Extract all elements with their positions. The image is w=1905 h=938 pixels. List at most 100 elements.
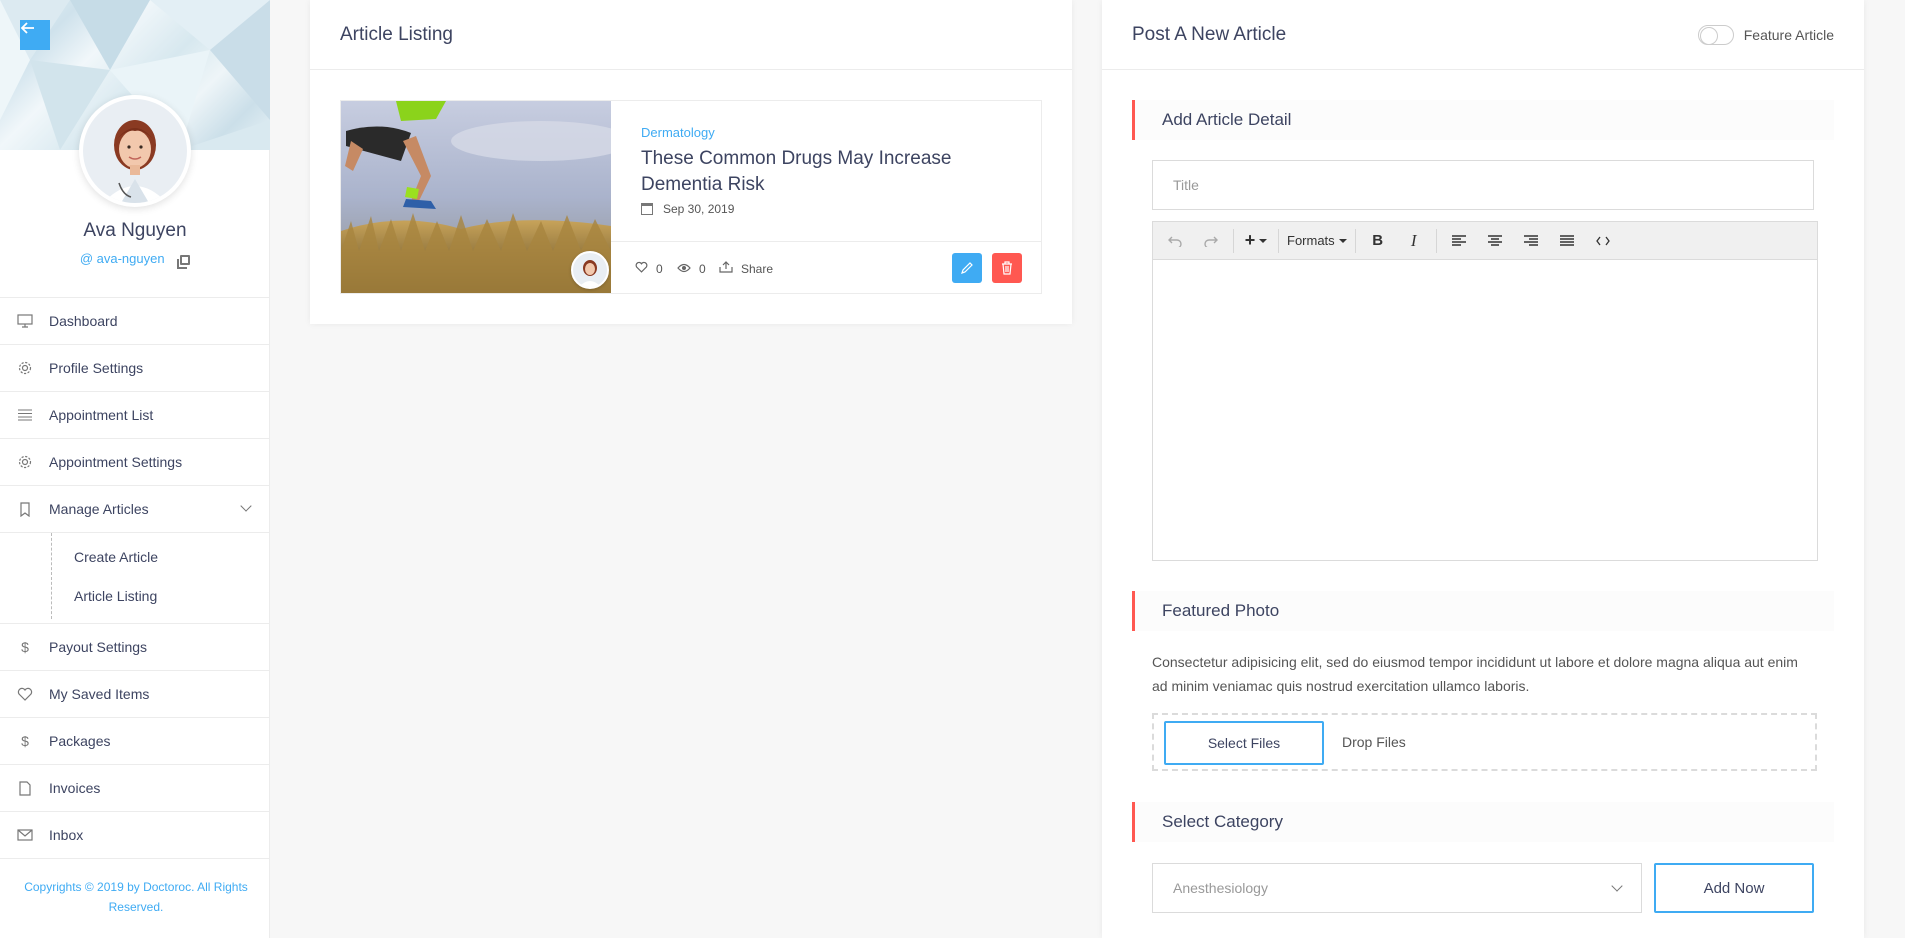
toolbar-divider (1435, 228, 1437, 253)
article-category[interactable]: Dermatology (641, 125, 715, 140)
rich-text-editor: + Formats B I (1152, 221, 1818, 561)
article-date: Sep 30, 2019 (641, 202, 734, 216)
undo-icon (1168, 236, 1182, 247)
plus-icon: + (1244, 230, 1256, 250)
sidebar-item-manage-articles[interactable]: Manage Articles (0, 486, 270, 533)
sidebar-item-label: Appointment List (49, 407, 154, 423)
sidebar-item-label: Profile Settings (49, 360, 144, 376)
sidebar-item-label: My Saved Items (49, 686, 150, 702)
add-now-button[interactable]: Add Now (1654, 863, 1814, 913)
manage-articles-submenu: Create Article Article Listing (0, 533, 270, 624)
document-icon (16, 779, 34, 797)
article-image[interactable] (341, 101, 611, 293)
bold-button[interactable]: B (1364, 227, 1392, 255)
chevron-down-icon[interactable] (240, 500, 252, 512)
sidebar-item-payout-settings[interactable]: $ Payout Settings (0, 624, 270, 671)
sidebar-nav: Dashboard Profile Settings Appointment L… (0, 297, 270, 859)
redo-icon (1204, 236, 1218, 247)
align-right-button[interactable] (1517, 227, 1545, 255)
align-center-button[interactable] (1481, 227, 1509, 255)
delete-article-button[interactable] (992, 253, 1022, 283)
article-card[interactable]: Dermatology These Common Drugs May Incre… (340, 100, 1042, 294)
sidebar-item-appointment-list[interactable]: Appointment List (0, 392, 270, 439)
toolbar-divider (1354, 228, 1356, 253)
file-dropzone[interactable]: Select Files Drop Files (1152, 713, 1817, 771)
featured-photo-heading: Featured Photo (1132, 591, 1834, 631)
post-article-panel: Post A New Article Feature Article Add A… (1102, 0, 1864, 938)
source-code-button[interactable] (1589, 227, 1617, 255)
redo-button[interactable] (1197, 227, 1225, 255)
formats-dropdown[interactable]: Formats (1287, 227, 1347, 255)
align-left-button[interactable] (1445, 227, 1473, 255)
gear-icon (16, 359, 34, 377)
profile-name: Ava Nguyen (83, 220, 187, 241)
dollar-icon: $ (21, 733, 29, 749)
feature-article-toggle[interactable] (1697, 24, 1734, 45)
article-author-avatar[interactable] (571, 251, 609, 289)
sidebar-item-invoices[interactable]: Invoices (0, 765, 270, 812)
share-label: Share (741, 261, 774, 276)
editor-toolbar: + Formats B I (1153, 222, 1817, 260)
chevron-down-icon (1611, 880, 1623, 892)
share-button[interactable]: Share (719, 261, 773, 276)
sidebar-item-dashboard[interactable]: Dashboard (0, 298, 270, 345)
select-files-button[interactable]: Select Files (1164, 721, 1324, 765)
sidebar-item-appointment-settings[interactable]: Appointment Settings (0, 439, 270, 486)
sidebar-item-label: Appointment Settings (49, 454, 183, 470)
sidebar-item-profile-settings[interactable]: Profile Settings (0, 345, 270, 392)
toolbar-divider (1233, 228, 1234, 253)
align-justify-icon (1559, 234, 1574, 246)
article-title[interactable]: These Common Drugs May Increase Dementia… (641, 146, 1001, 198)
likes-stat[interactable]: 0 (635, 261, 663, 276)
sidebar-item-label: Payout Settings (49, 639, 148, 655)
insert-button[interactable]: + (1242, 227, 1270, 255)
views-stat: 0 (677, 261, 706, 276)
select-category-heading: Select Category (1132, 802, 1834, 842)
category-select[interactable]: Anesthesiology (1152, 863, 1642, 913)
sidebar-item-label: Inbox (49, 827, 84, 843)
pencil-icon (961, 262, 973, 274)
sidebar-subitem-create-article[interactable]: Create Article (0, 537, 270, 576)
sidebar-subitem-article-listing[interactable]: Article Listing (0, 576, 270, 615)
article-footer: 0 0 Share (611, 241, 1041, 293)
undo-button[interactable] (1161, 227, 1189, 255)
feature-article-toggle-group: Feature Article (1697, 24, 1834, 45)
calendar-icon (641, 203, 653, 215)
eye-icon (677, 261, 691, 276)
profile-handle: @ ava-nguyen (0, 251, 270, 269)
edit-article-button[interactable] (952, 253, 982, 283)
profile-handle-text[interactable]: @ ava-nguyen (80, 251, 165, 266)
editor-content-area[interactable] (1153, 260, 1817, 560)
back-button[interactable] (20, 20, 50, 50)
align-justify-button[interactable] (1553, 227, 1581, 255)
sidebar-item-saved-items[interactable]: My Saved Items (0, 671, 270, 718)
copy-icon[interactable] (177, 254, 191, 269)
align-left-icon (1451, 234, 1466, 246)
avatar-image (83, 99, 187, 203)
feature-article-label[interactable]: Feature Article (1744, 27, 1834, 43)
code-icon (1595, 236, 1610, 245)
gear-icon (16, 453, 34, 471)
add-article-detail-heading: Add Article Detail (1132, 100, 1834, 140)
arrow-left-icon (20, 22, 34, 34)
heart-icon (635, 261, 648, 276)
bold-icon: B (1372, 232, 1384, 249)
profile-avatar[interactable] (79, 95, 191, 207)
copyright-text: Copyrights © 2019 by Doctoroc. All Right… (24, 880, 248, 914)
sidebar-item-inbox[interactable]: Inbox (0, 812, 270, 859)
sidebar: Ava Nguyen @ ava-nguyen Dashboard Profil… (0, 0, 270, 938)
post-article-header: Post A New Article Feature Article (1102, 0, 1864, 70)
post-article-title: Post A New Article (1132, 23, 1287, 45)
category-select-value: Anesthesiology (1173, 880, 1268, 896)
align-center-icon (1487, 234, 1502, 246)
sidebar-item-label: Dashboard (49, 313, 118, 329)
article-listing-panel: Article Listing Dermatology These Common… (310, 0, 1072, 324)
list-icon (16, 406, 34, 424)
article-title-input[interactable] (1152, 160, 1814, 210)
italic-button[interactable]: I (1400, 227, 1428, 255)
views-count: 0 (699, 261, 706, 276)
caret-down-icon (1259, 238, 1268, 243)
sidebar-item-packages[interactable]: $ Packages (0, 718, 270, 765)
article-date-text: Sep 30, 2019 (663, 202, 735, 216)
drop-files-text: Drop Files (1342, 734, 1406, 750)
